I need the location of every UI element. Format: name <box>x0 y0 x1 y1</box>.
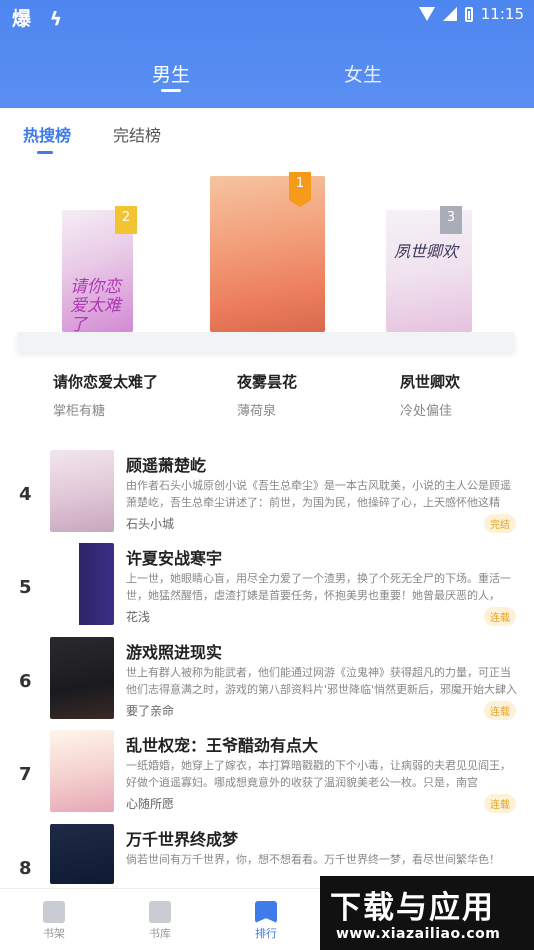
status-badge: 连载 <box>484 701 516 720</box>
rank-badge-1: 1 <box>289 172 311 207</box>
list-rank: 4 <box>19 484 32 505</box>
list-rank: 7 <box>19 764 32 785</box>
book-author: 花浅 <box>126 610 151 624</box>
nav-ranking[interactable]: 排行 <box>236 889 296 941</box>
list-item[interactable]: 5 许夏安战寒宇 上一世，她眼睛心盲，用尽全力爱了一个渣男，换了个死无全尸的下场… <box>0 543 534 635</box>
book-description: 世上有群人被称为能武者，他们能通过网游《泣鬼神》获得超凡的力量，可正当他们志得意… <box>126 666 518 696</box>
nav-library-label: 书库 <box>149 927 171 940</box>
tab-hot-search[interactable]: 热搜榜 <box>23 122 71 146</box>
book-cover <box>50 824 114 884</box>
nav-bookshelf-label: 书架 <box>43 927 65 940</box>
podium-stage <box>17 332 515 352</box>
status-badge: 完结 <box>484 514 516 533</box>
podium-title-1[interactable]: 夜雾昙花 <box>237 371 297 392</box>
status-right: 11:15 <box>418 5 524 23</box>
tab-male[interactable]: 男生 <box>131 60 211 87</box>
book-cover <box>50 730 114 812</box>
app-header: 爆 ϟ 11:15 男生 女生 <box>0 0 534 108</box>
book-author: 心随所愿 <box>126 797 175 811</box>
watermark-url: www.xiazailiao.com <box>336 926 501 942</box>
library-icon <box>149 901 171 923</box>
podium-author-2: 掌柜有糖 <box>53 404 106 419</box>
rank-badge-3: 3 <box>440 206 462 234</box>
nav-bookshelf[interactable]: 书架 <box>24 889 84 941</box>
podium-cover-2-title: 请你恋爱太难了 <box>70 277 121 333</box>
book-title: 游戏照进现实 <box>126 643 223 662</box>
book-author: 要了亲命 <box>126 704 175 718</box>
book-cover <box>50 637 114 719</box>
podium-author-3: 冷处偏佳 <box>400 404 453 419</box>
list-rank: 8 <box>19 858 32 879</box>
bookshelf-icon <box>43 901 65 923</box>
nav-ranking-label: 排行 <box>255 927 277 940</box>
book-description: 一纸婚婚，她穿上了嫁衣，本打算暗戳戳的下个小毒，让病弱的夫君见见阎王，好做个逍遥… <box>126 759 511 789</box>
subtab-indicator <box>37 151 53 154</box>
list-item[interactable]: 6 游戏照进现实 世上有群人被称为能武者，他们能通过网游《泣鬼神》获得超凡的力量… <box>0 637 534 729</box>
tab-female[interactable]: 女生 <box>323 60 403 87</box>
ranking-subtabs: 热搜榜 完结榜 <box>0 108 534 158</box>
status-badge: 连载 <box>484 794 516 813</box>
podium-title-2[interactable]: 请你恋爱太难了 <box>53 371 158 392</box>
book-cover <box>50 543 114 625</box>
battery-icon <box>464 6 473 22</box>
watermark-title: 下载与应用 <box>330 890 495 926</box>
status-bar: 爆 ϟ 11:15 <box>0 0 534 30</box>
status-time: 11:15 <box>480 5 524 23</box>
podium-author-1: 薄荷泉 <box>237 404 277 419</box>
book-title: 顾遥萧楚屹 <box>126 456 207 475</box>
list-rank: 5 <box>19 577 32 598</box>
rank-badge-2: 2 <box>115 206 137 234</box>
podium-title-3[interactable]: 夙世卿欢 <box>400 371 460 392</box>
tab-indicator <box>161 89 181 92</box>
list-rank: 6 <box>19 671 32 692</box>
ranking-icon <box>255 901 277 923</box>
status-notification-icons: 爆 ϟ <box>12 8 69 30</box>
book-description: 上一世，她眼睛心盲，用尽全力爱了一个渣男，换了个死无全尸的下场。重活一世，她猛然… <box>126 572 511 602</box>
book-description: 由作者石头小城原创小说《吾生总牵尘》是一本古风耽美，小说的主人公是顾遥萧楚屹，吾… <box>126 479 511 509</box>
signal-icon <box>442 7 457 21</box>
book-cover <box>50 450 114 532</box>
book-author: 石头小城 <box>126 517 175 531</box>
book-title: 万千世界终成梦 <box>126 830 239 849</box>
watermark-logo: 下载与应用 www.xiazailiao.com <box>320 876 534 950</box>
list-item[interactable]: 7 乱世权宠：王爷醋劲有点大 一纸婚婚，她穿上了嫁衣，本打算暗戳戳的下个小毒，让… <box>0 730 534 822</box>
tab-completed[interactable]: 完结榜 <box>113 122 161 146</box>
nav-library[interactable]: 书库 <box>130 889 190 941</box>
gender-tabs: 男生 女生 <box>0 60 534 100</box>
list-item[interactable]: 4 顾遥萧楚屹 由作者石头小城原创小说《吾生总牵尘》是一本古风耽美，小说的主人公… <box>0 450 534 542</box>
wifi-icon <box>418 7 435 21</box>
book-title: 许夏安战寒宇 <box>126 549 223 568</box>
book-title: 乱世权宠：王爷醋劲有点大 <box>126 736 319 755</box>
podium-cover-3-title: 夙世卿欢 <box>394 242 459 261</box>
status-badge: 连载 <box>484 607 516 626</box>
